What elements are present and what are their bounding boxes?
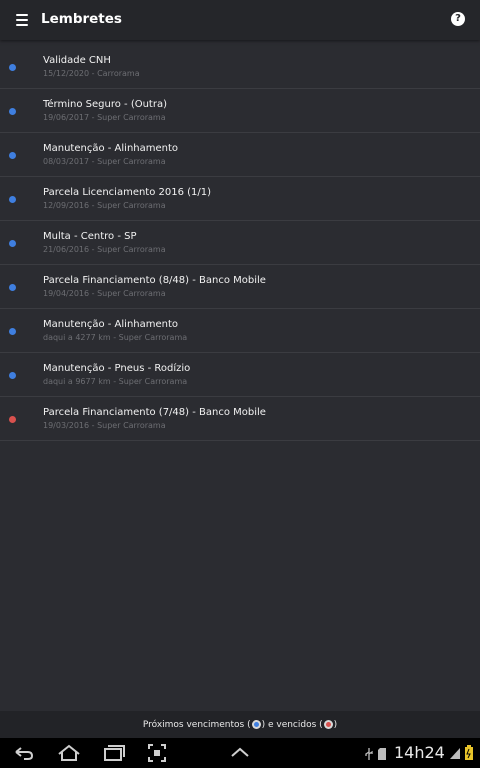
reminder-title: Validade CNH [43, 55, 111, 66]
clock: 14h24 [394, 743, 445, 762]
reminder-list: Validade CNH 15/12/2020 - Carrorama Términ… [0, 45, 480, 441]
reminder-subtitle: daqui a 9677 km - Super Carrorama [43, 377, 188, 386]
upcoming-dot-icon [9, 196, 16, 203]
recent-apps-icon[interactable] [102, 743, 126, 763]
reminder-title: Manutenção - Alinhamento [43, 143, 179, 154]
back-icon[interactable] [12, 743, 36, 763]
reminder-subtitle: 12/09/2016 - Super Carrorama [43, 201, 166, 210]
upcoming-dot-icon [9, 152, 16, 159]
reminder-title: Multa - Centro - SP [43, 231, 137, 242]
reminder-title: Término Seguro - (Outra) [43, 99, 167, 110]
reminder-row[interactable]: Multa - Centro - SP 21/06/2016 - Super Ca… [0, 221, 480, 265]
upcoming-dot-icon [9, 328, 16, 335]
home-icon[interactable] [56, 743, 82, 763]
page-title: Lembretes [41, 11, 122, 27]
upcoming-dot-icon [9, 372, 16, 379]
upcoming-dot-icon [9, 240, 16, 247]
reminder-title: Parcela Financiamento (7/48) - Banco Mob… [43, 407, 266, 418]
upcoming-dot-icon [251, 720, 261, 729]
reminder-row[interactable]: Validade CNH 15/12/2020 - Carrorama [0, 45, 480, 89]
upcoming-dot-icon [9, 284, 16, 291]
usb-icon [365, 748, 373, 760]
reminder-subtitle: 15/12/2020 - Carrorama [43, 69, 140, 78]
reminder-title: Parcela Financiamento (8/48) - Banco Mob… [43, 275, 266, 286]
hamburger-menu-icon[interactable] [10, 8, 34, 32]
legend-bar: Próximos vencimentos ( ) e vencidos ( ) [0, 711, 480, 738]
legend-end-text: ) [333, 719, 338, 730]
reminder-row[interactable]: Manutenção - Alinhamento 08/03/2017 - Sup… [0, 133, 480, 177]
legend-middle-text: ) e vencidos ( [261, 719, 323, 730]
upcoming-dot-icon [9, 64, 16, 71]
reminder-row[interactable]: Manutenção - Alinhamento daqui a 4277 km … [0, 309, 480, 353]
reminder-row[interactable]: Parcela Financiamento (7/48) - Banco Mob… [0, 397, 480, 441]
system-nav-bar: 14h24 [0, 738, 480, 768]
signal-icon [450, 748, 460, 759]
sd-card-icon [378, 748, 386, 760]
battery-icon [465, 745, 473, 760]
legend-upcoming-text: Próximos vencimentos ( [142, 719, 251, 730]
reminder-row[interactable]: Parcela Financiamento (8/48) - Banco Mob… [0, 265, 480, 309]
upcoming-dot-icon [9, 108, 16, 115]
screenshot-icon[interactable] [147, 743, 169, 763]
reminder-subtitle: 19/03/2016 - Super Carrorama [43, 421, 166, 430]
reminder-subtitle: 19/06/2017 - Super Carrorama [43, 113, 166, 122]
reminder-title: Manutenção - Alinhamento [43, 319, 179, 330]
reminder-subtitle: 19/04/2016 - Super Carrorama [43, 289, 166, 298]
help-icon[interactable]: ? [451, 12, 465, 26]
chevron-up-icon[interactable] [230, 746, 250, 758]
overdue-dot-icon [9, 416, 16, 423]
reminder-subtitle: 08/03/2017 - Super Carrorama [43, 157, 166, 166]
reminder-subtitle: daqui a 4277 km - Super Carrorama [43, 333, 188, 342]
app-bar: Lembretes ? [0, 0, 480, 40]
reminder-title: Manutenção - Pneus - Rodízio [43, 363, 191, 374]
reminder-subtitle: 21/06/2016 - Super Carrorama [43, 245, 166, 254]
reminder-row[interactable]: Manutenção - Pneus - Rodízio daqui a 9677… [0, 353, 480, 397]
reminder-row[interactable]: Parcela Licenciamento 2016 (1/1) 12/09/20… [0, 177, 480, 221]
reminder-row[interactable]: Término Seguro - (Outra) 19/06/2017 - Sup… [0, 89, 480, 133]
reminder-title: Parcela Licenciamento 2016 (1/1) [43, 187, 212, 198]
overdue-dot-icon [323, 720, 333, 729]
